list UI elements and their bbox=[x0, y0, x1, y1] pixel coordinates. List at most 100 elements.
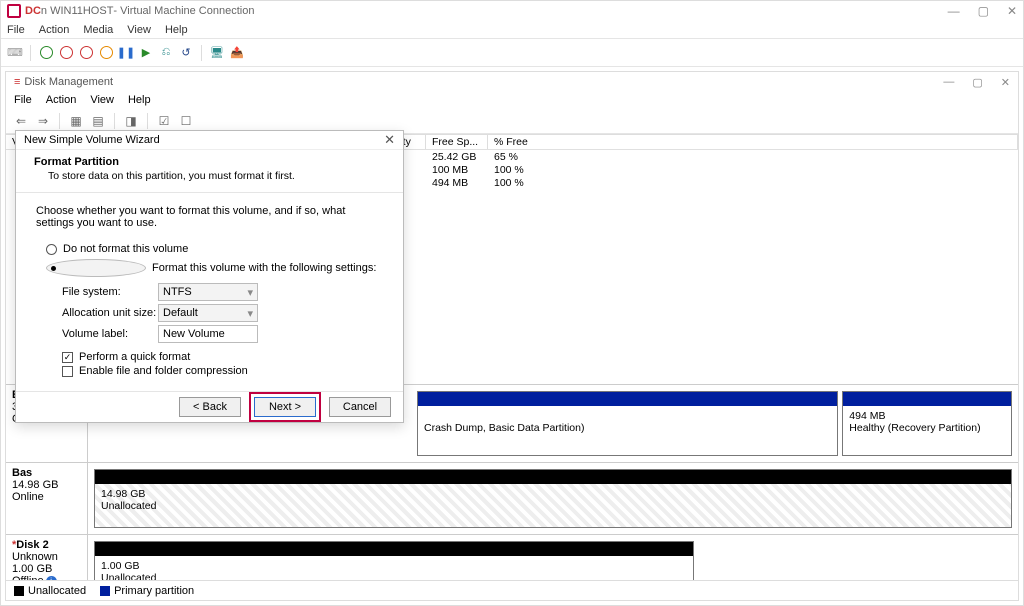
help-icon[interactable]: ◨ bbox=[122, 112, 140, 130]
checkbox-compression[interactable]: Enable file and folder compression bbox=[62, 365, 383, 377]
legend-primary: Primary partition bbox=[100, 585, 194, 597]
turnoff-icon[interactable] bbox=[58, 45, 74, 61]
pause-icon[interactable]: ❚❚ bbox=[118, 45, 134, 61]
vm-menu-file[interactable]: File bbox=[7, 24, 25, 36]
partition-status: Healthy (Recovery Partition) bbox=[849, 422, 1005, 434]
vm-menu-help[interactable]: Help bbox=[165, 24, 188, 36]
forward-icon[interactable]: ⇒ bbox=[34, 112, 52, 130]
disk-info: *Disk 2 Unknown 1.00 GB Offlinei bbox=[6, 535, 88, 580]
maximize-button[interactable]: ▢ bbox=[978, 4, 989, 18]
cell-free: 25.42 GB bbox=[426, 150, 488, 163]
list-icon[interactable]: ☐ bbox=[177, 112, 195, 130]
vm-toolbar: ⌨ ❚❚ ▶ ⎌ ↺ 🖥 📤 bbox=[1, 39, 1023, 67]
dialog-subheading: To store data on this partition, you mus… bbox=[48, 170, 385, 182]
cancel-button[interactable]: Cancel bbox=[329, 397, 391, 417]
radio-no-format[interactable]: Do not format this volume bbox=[46, 243, 383, 255]
dialog-close-button[interactable]: ✕ bbox=[384, 132, 395, 148]
dm-minimize-button[interactable]: — bbox=[943, 76, 954, 89]
vm-title-highlight: DC bbox=[25, 5, 41, 17]
back-button[interactable]: < Back bbox=[179, 397, 241, 417]
ctrlaltdel-icon[interactable]: ⌨ bbox=[7, 45, 23, 61]
partition-status: Unallocated bbox=[101, 500, 1005, 512]
enhanced-icon[interactable]: 🖥 bbox=[209, 45, 225, 61]
save-icon[interactable] bbox=[98, 45, 114, 61]
legend-unallocated: Unallocated bbox=[14, 585, 86, 597]
dialog-titlebar[interactable]: New Simple Volume Wizard ✕ bbox=[16, 131, 403, 150]
back-icon[interactable]: ⇐ bbox=[12, 112, 30, 130]
dm-menubar: File Action View Help bbox=[6, 92, 1018, 108]
disk-row-2[interactable]: *Disk 2 Unknown 1.00 GB Offlinei 1.00 GB… bbox=[6, 535, 1018, 580]
vm-icon bbox=[7, 4, 21, 18]
dm-menu-help[interactable]: Help bbox=[128, 94, 151, 106]
checkbox-label: Enable file and folder compression bbox=[79, 365, 248, 377]
close-button[interactable]: ✕ bbox=[1007, 4, 1017, 18]
props-icon[interactable]: ▤ bbox=[89, 112, 107, 130]
dm-menu-file[interactable]: File bbox=[14, 94, 32, 106]
filesystem-select[interactable]: NTFS▾ bbox=[158, 283, 258, 301]
vm-title-mid: n WIN11HOST bbox=[41, 5, 114, 17]
diskmgmt-icon: ≡ bbox=[14, 76, 20, 88]
dialog-title: New Simple Volume Wizard bbox=[24, 134, 160, 146]
vm-menu-media[interactable]: Media bbox=[83, 24, 113, 36]
partition-size: 14.98 GB bbox=[101, 488, 1005, 500]
dm-maximize-button[interactable]: ▢ bbox=[972, 76, 982, 89]
disk-type: Unknown bbox=[12, 551, 81, 563]
partition-info[interactable]: 14.98 GB Unallocated bbox=[95, 484, 1011, 527]
radio-label: Format this volume with the following se… bbox=[152, 262, 376, 274]
refresh-icon[interactable]: ▦ bbox=[67, 112, 85, 130]
chevron-down-icon: ▾ bbox=[247, 307, 253, 320]
vm-menu-view[interactable]: View bbox=[127, 24, 151, 36]
new-simple-volume-wizard: New Simple Volume Wizard ✕ Format Partit… bbox=[15, 130, 404, 423]
instruction-text: Choose whether you want to format this v… bbox=[36, 205, 383, 229]
reset-icon[interactable]: ▶ bbox=[138, 45, 154, 61]
disk-info: Bas 14.98 GB Online bbox=[6, 463, 88, 534]
partition-size: 1.00 GB bbox=[101, 560, 687, 572]
partition-size: 494 MB bbox=[849, 410, 1005, 422]
checkbox-quickformat[interactable]: ✓ Perform a quick format bbox=[62, 351, 383, 363]
disk-row-1[interactable]: Bas 14.98 GB Online 14.98 GB Unallocated bbox=[6, 463, 1018, 535]
chevron-down-icon: ▾ bbox=[247, 286, 253, 299]
disk-status: Online bbox=[12, 491, 81, 503]
volumelabel-label: Volume label: bbox=[62, 328, 158, 340]
checkbox-icon: ✓ bbox=[62, 352, 73, 363]
vm-title-suffix: - Virtual Machine Connection bbox=[113, 5, 254, 17]
vm-titlebar: DC n WIN11HOST - Virtual Machine Connect… bbox=[1, 1, 1023, 21]
partition-status: Unallocated bbox=[101, 572, 687, 580]
rescan-icon[interactable]: ☑ bbox=[155, 112, 173, 130]
dm-menu-view[interactable]: View bbox=[90, 94, 114, 106]
partition-info[interactable]: Crash Dump, Basic Data Partition) bbox=[418, 406, 837, 455]
start-icon[interactable] bbox=[38, 45, 54, 61]
minimize-button[interactable]: — bbox=[948, 4, 960, 18]
cell-pf: 100 % bbox=[488, 163, 1018, 176]
dialog-heading: Format Partition bbox=[34, 156, 385, 168]
allocation-select[interactable]: Default▾ bbox=[158, 304, 258, 322]
legend: Unallocated Primary partition bbox=[6, 580, 1018, 600]
volumelabel-input[interactable]: New Volume bbox=[158, 325, 258, 343]
partition-status: Crash Dump, Basic Data Partition) bbox=[424, 422, 831, 434]
dialog-body: Choose whether you want to format this v… bbox=[16, 193, 403, 391]
dialog-header: Format Partition To store data on this p… bbox=[16, 150, 403, 193]
checkbox-icon bbox=[62, 366, 73, 377]
share-icon[interactable]: 📤 bbox=[229, 45, 245, 61]
partition-info[interactable]: 1.00 GB Unallocated bbox=[95, 556, 693, 580]
next-button-highlight: Next > bbox=[249, 392, 321, 422]
col-freespace[interactable]: Free Sp... bbox=[426, 135, 488, 149]
allocation-label: Allocation unit size: bbox=[62, 307, 158, 319]
radio-icon bbox=[46, 244, 57, 255]
radio-icon bbox=[46, 259, 146, 277]
filesystem-label: File system: bbox=[62, 286, 158, 298]
cell-pf: 100 % bbox=[488, 176, 1018, 189]
checkpoint-icon[interactable]: ⎌ bbox=[158, 45, 174, 61]
radio-label: Do not format this volume bbox=[63, 243, 188, 255]
col-pctfree[interactable]: % Free bbox=[488, 135, 1018, 149]
dm-menu-action[interactable]: Action bbox=[46, 94, 77, 106]
next-button[interactable]: Next > bbox=[254, 397, 316, 417]
vm-menu-action[interactable]: Action bbox=[39, 24, 70, 36]
disk-label: Disk 2 bbox=[16, 539, 48, 551]
cell-pf: 65 % bbox=[488, 150, 1018, 163]
revert-icon[interactable]: ↺ bbox=[178, 45, 194, 61]
dm-close-button[interactable]: ✕ bbox=[1001, 76, 1010, 89]
radio-format[interactable]: Format this volume with the following se… bbox=[46, 259, 383, 277]
shutdown-icon[interactable] bbox=[78, 45, 94, 61]
partition-info[interactable]: 494 MB Healthy (Recovery Partition) bbox=[843, 406, 1011, 455]
